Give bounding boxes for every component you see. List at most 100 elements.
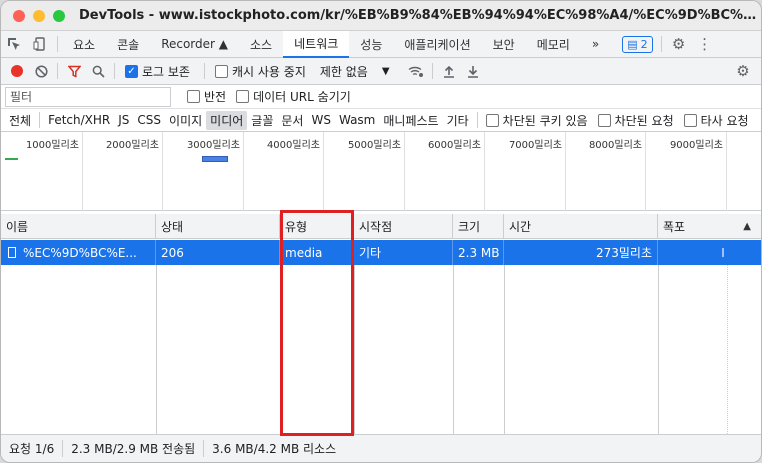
tab-memory[interactable]: 메모리 xyxy=(526,31,581,58)
issues-count: 2 xyxy=(640,37,648,51)
blocked-requests-checkbox[interactable] xyxy=(597,113,611,127)
maximize-button[interactable] xyxy=(53,9,65,22)
type-filter-media[interactable]: 미디어 xyxy=(206,110,248,130)
column-initiator[interactable]: 시작점 xyxy=(354,214,453,238)
type-filter-manifest[interactable]: 매니페스트 xyxy=(379,111,442,130)
timeline-bar-green xyxy=(5,158,18,160)
type-filter-css[interactable]: CSS xyxy=(133,112,165,128)
network-settings-button[interactable]: ⚙ xyxy=(731,59,755,83)
divider xyxy=(57,36,58,52)
hide-data-url-label: 데이터 URL 숨기기 xyxy=(253,90,351,104)
tab-application[interactable]: 애플리케이션 xyxy=(393,31,481,58)
column-divider xyxy=(453,265,454,434)
chevron-down-icon[interactable]: ▼ xyxy=(382,66,390,77)
title-bar: DevTools - www.istockphoto.com/kr/%EB%B9… xyxy=(1,1,761,31)
request-table-body xyxy=(1,265,761,434)
invert-checkbox[interactable] xyxy=(187,90,200,103)
column-time[interactable]: 시간 xyxy=(504,214,658,238)
tab-network[interactable]: 네트워크 xyxy=(283,30,350,58)
close-button[interactable] xyxy=(13,9,25,22)
tab-sources[interactable]: 소스 xyxy=(239,31,283,58)
status-bar: 요청 1/6 2.3 MB/2.9 MB 전송됨 3.6 MB/4.2 MB 리… xyxy=(1,434,761,462)
search-icon xyxy=(92,65,105,78)
record-button[interactable] xyxy=(5,59,29,83)
tab-console[interactable]: 콘솔 xyxy=(106,31,150,58)
column-type[interactable]: 유형 xyxy=(280,214,354,238)
type-filter-image[interactable]: 이미지 xyxy=(165,111,206,130)
blocked-requests-label: 차단된 요청 xyxy=(614,113,674,128)
panel-tab-bar: 요소 콘솔 Recorder ▲ 소스 네트워크 성능 애플리케이션 보안 메모… xyxy=(1,30,761,58)
column-waterfall[interactable]: 폭포 ▲ xyxy=(658,214,761,238)
tab-performance[interactable]: 성능 xyxy=(349,31,393,58)
disable-cache-checkbox[interactable] xyxy=(214,64,228,78)
window-title: DevTools - www.istockphoto.com/kr/%EB%B9… xyxy=(79,8,759,23)
table-row[interactable]: %EC%9D%BC%E... 206 media 기타 2.3 MB 273밀리… xyxy=(1,240,761,265)
type-filter-font[interactable]: 글꼴 xyxy=(247,111,277,130)
blocked-cookies-label: 차단된 쿠키 있음 xyxy=(502,113,588,128)
row-size: 2.3 MB xyxy=(453,240,504,265)
throttle-select[interactable]: 제한 없음 xyxy=(320,63,368,80)
divider xyxy=(660,36,662,52)
column-divider xyxy=(354,265,355,434)
filter-input[interactable]: 필터 xyxy=(5,86,171,107)
record-icon xyxy=(11,65,23,77)
column-size[interactable]: 크기 xyxy=(453,214,504,238)
third-party-checkbox[interactable] xyxy=(683,113,697,127)
third-party-label: 타사 요청 xyxy=(700,113,749,128)
inspect-element-icon[interactable] xyxy=(1,31,27,58)
sort-up-icon: ▲ xyxy=(743,220,751,232)
divider xyxy=(431,63,433,79)
clear-icon xyxy=(34,64,48,78)
kebab-menu-icon[interactable]: ⋮ xyxy=(692,31,718,58)
type-filter-all[interactable]: 전체 xyxy=(5,111,35,130)
type-filter-wasm[interactable]: Wasm xyxy=(335,112,379,128)
column-status[interactable]: 상태 xyxy=(156,214,280,238)
type-filter-doc[interactable]: 문서 xyxy=(277,111,307,130)
chat-icon: ▤ xyxy=(627,37,638,51)
network-conditions-button[interactable] xyxy=(404,59,428,83)
column-divider xyxy=(504,265,505,434)
clear-button[interactable] xyxy=(29,59,53,83)
request-table-header: 이름 상태 유형 시작점 크기 시간 폭포 ▲ xyxy=(1,214,761,239)
wifi-settings-icon xyxy=(408,66,423,77)
issues-badge[interactable]: ▤ 2 xyxy=(622,35,653,53)
resource-type-filters: 전체 Fetch/XHR JS CSS 이미지 미디어 글꼴 문서 WS Was… xyxy=(1,109,761,132)
divider xyxy=(203,63,205,79)
more-tabs-button[interactable]: » xyxy=(581,31,610,58)
row-name-cell: %EC%9D%BC%E... xyxy=(1,240,156,265)
row-waterfall xyxy=(658,240,761,265)
timeline-overview[interactable]: 1000밀리초 2000밀리초 3000밀리초 4000밀리초 5000밀리초 6000밀… xyxy=(1,132,761,211)
timeline-tick-label: 1 xyxy=(728,136,761,147)
download-icon xyxy=(467,65,478,78)
minimize-button[interactable] xyxy=(33,9,45,22)
devtools-window: DevTools - www.istockphoto.com/kr/%EB%B9… xyxy=(0,0,762,463)
column-name[interactable]: 이름 xyxy=(1,214,156,238)
type-filter-js[interactable]: JS xyxy=(114,112,133,128)
invert-label: 반전 xyxy=(204,90,227,104)
waterfall-bar xyxy=(722,248,724,257)
export-har-button[interactable] xyxy=(461,59,485,83)
divider xyxy=(57,63,58,79)
preserve-log-checkbox[interactable]: ✓ xyxy=(125,64,138,78)
upload-icon xyxy=(443,65,454,78)
gear-icon[interactable]: ⚙ xyxy=(666,31,692,58)
tab-security[interactable]: 보안 xyxy=(482,31,526,58)
preserve-log-label: 로그 보존 xyxy=(142,64,190,79)
timeline-tick-label: 3000밀리초 xyxy=(186,140,240,151)
type-filter-ws[interactable]: WS xyxy=(307,112,334,128)
import-har-button[interactable] xyxy=(437,59,461,83)
device-toolbar-icon[interactable] xyxy=(27,31,53,58)
type-filter-other[interactable]: 기타 xyxy=(443,111,473,130)
type-filter-fetch-xhr[interactable]: Fetch/XHR xyxy=(44,112,114,128)
blocked-cookies-checkbox[interactable] xyxy=(485,113,499,127)
filter-toggle-button[interactable] xyxy=(62,59,86,83)
row-type: media xyxy=(280,240,354,265)
column-divider xyxy=(280,265,281,434)
search-button[interactable] xyxy=(86,59,110,83)
tab-elements[interactable]: 요소 xyxy=(62,31,106,58)
hide-data-url-checkbox[interactable] xyxy=(236,90,250,103)
tab-recorder[interactable]: Recorder ▲ xyxy=(150,31,239,58)
request-count: 요청 1/6 xyxy=(9,440,64,457)
row-time: 273밀리초 xyxy=(504,240,658,265)
waterfall-marker xyxy=(727,265,728,434)
